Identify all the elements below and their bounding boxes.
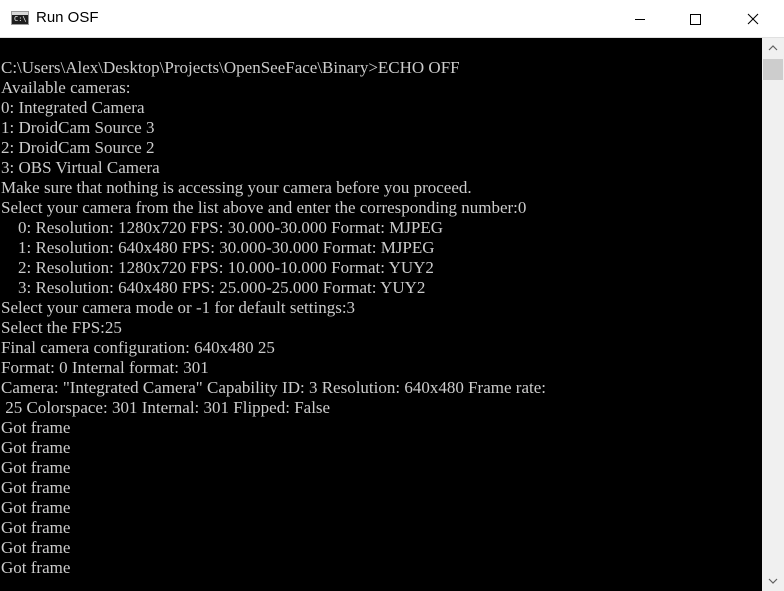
scrollbar-thumb[interactable] <box>763 59 783 80</box>
minimize-button[interactable] <box>611 0 669 38</box>
scroll-up-button[interactable] <box>762 38 784 58</box>
console-line: 1: Resolution: 640x480 FPS: 30.000-30.00… <box>1 238 435 257</box>
close-icon <box>747 13 759 25</box>
console-line: Select your camera from the list above a… <box>1 198 527 217</box>
console-line: 3: OBS Virtual Camera <box>1 158 160 177</box>
console-line: 1: DroidCam Source 3 <box>1 118 155 137</box>
console-window: C:\ Run OSF C:\Users\Alex\Desktop\Projec… <box>0 0 784 591</box>
console-line: 3: Resolution: 640x480 FPS: 25.000-25.00… <box>1 278 426 297</box>
console-line: Available cameras: <box>1 78 131 97</box>
scroll-down-button[interactable] <box>762 571 784 591</box>
maximize-button[interactable] <box>666 0 724 38</box>
console-line: Got frame <box>1 438 71 457</box>
maximize-icon <box>690 14 701 25</box>
console-line: Got frame <box>1 538 71 557</box>
console-line: Got frame <box>1 418 71 437</box>
console-line: Got frame <box>1 498 71 517</box>
console-line: Select the FPS:25 <box>1 318 122 337</box>
title-bar[interactable]: C:\ Run OSF <box>0 0 784 38</box>
console-output-area[interactable]: C:\Users\Alex\Desktop\Projects\OpenSeeFa… <box>0 38 762 591</box>
console-line: Camera: "Integrated Camera" Capability I… <box>1 378 546 397</box>
window-title: Run OSF <box>36 9 99 26</box>
close-button[interactable] <box>724 0 782 38</box>
console-line: 25 Colorspace: 301 Internal: 301 Flipped… <box>1 398 331 417</box>
scroll-up-arrow-icon <box>768 45 778 51</box>
console-line: 2: DroidCam Source 2 <box>1 138 155 157</box>
console-line: C:\Users\Alex\Desktop\Projects\OpenSeeFa… <box>1 58 460 77</box>
console-line: Format: 0 Internal format: 301 <box>1 358 209 377</box>
console-line: 0: Integrated Camera <box>1 98 145 117</box>
console-line: 2: Resolution: 1280x720 FPS: 10.000-10.0… <box>1 258 434 277</box>
console-app-icon-glyph: C:\ <box>14 15 27 23</box>
console-line: Select your camera mode or -1 for defaul… <box>1 298 356 317</box>
console-output: C:\Users\Alex\Desktop\Projects\OpenSeeFa… <box>1 58 546 578</box>
console-app-icon[interactable]: C:\ <box>11 11 29 25</box>
vertical-scrollbar[interactable] <box>762 38 784 591</box>
console-line: Got frame <box>1 478 71 497</box>
console-line: Got frame <box>1 458 71 477</box>
console-line: Got frame <box>1 518 71 537</box>
minimize-icon <box>635 19 645 20</box>
console-line: Make sure that nothing is accessing your… <box>1 178 472 197</box>
scroll-down-arrow-icon <box>768 578 778 584</box>
console-line: 0: Resolution: 1280x720 FPS: 30.000-30.0… <box>1 218 444 237</box>
console-line: Final camera configuration: 640x480 25 <box>1 338 275 357</box>
console-line: Got frame <box>1 558 71 577</box>
